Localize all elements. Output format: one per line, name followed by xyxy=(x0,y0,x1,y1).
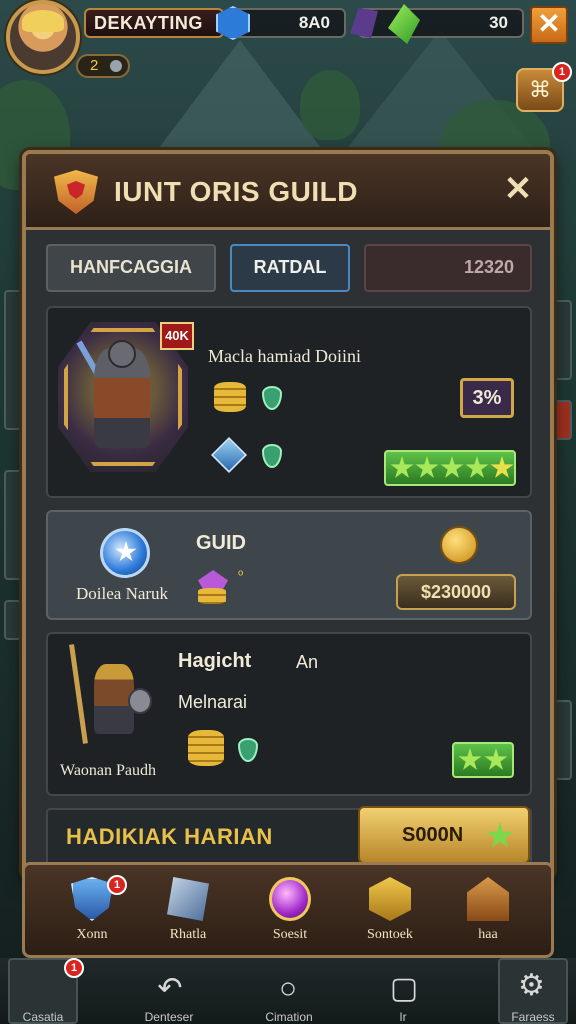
nav-item-rhatla[interactable]: Rhatla xyxy=(143,873,233,953)
gear-icon: ⚙ xyxy=(518,969,545,1002)
green-gem-value: 30 xyxy=(489,13,508,32)
tab-first[interactable]: HANFCAGGIA xyxy=(46,244,216,292)
warrior-portrait xyxy=(66,644,156,754)
guild-star-orb-icon xyxy=(100,528,150,578)
back-label: Denteser xyxy=(144,1010,194,1024)
guild-price-button[interactable]: $230000 xyxy=(396,574,516,610)
guild-panel: IUNT ORIS GUILD ✕ HANFCAGGIA RATDAL 1232… xyxy=(22,150,554,878)
guild-card-subtitle: Doilea Naruk xyxy=(76,584,169,603)
coin-icon xyxy=(198,588,226,604)
star-rating-bar[interactable] xyxy=(452,742,514,778)
panel-title: IUNT ORIS GUILD xyxy=(114,176,358,207)
left-shortcut-label: Casatia xyxy=(22,1010,64,1024)
guild-shield-icon xyxy=(54,170,98,214)
panel-header: IUNT ORIS GUILD ✕ xyxy=(26,154,550,230)
tab-third[interactable]: 12320 xyxy=(364,244,532,292)
hero-card[interactable]: 40K Macla hamiad Doiini 3% xyxy=(46,306,532,498)
warrior-card[interactable]: Hagicht An Melnarai Waonan Paudh xyxy=(46,632,532,796)
nav-label: Rhatla xyxy=(169,927,207,942)
blue-gem-value: 8A0 xyxy=(298,13,330,32)
green-drop-icon xyxy=(262,386,282,410)
hero-card-title: Macla hamiad Doiini xyxy=(208,346,361,366)
panel-tabs: HANFCAGGIA RATDAL 12320 xyxy=(46,244,534,294)
player-level[interactable]: 2 xyxy=(76,54,130,78)
gold-coins-icon xyxy=(188,730,224,766)
daily-promo[interactable]: HADIKIAK HARIAN S000N xyxy=(46,806,532,868)
nav-badge: 1 xyxy=(107,875,127,895)
home-label: Cimation xyxy=(265,1010,313,1024)
orb-icon xyxy=(269,877,311,921)
nav-label: Sontoek xyxy=(367,927,413,942)
gold-emblem-icon xyxy=(369,877,411,921)
nav-item-soesit[interactable]: Soesit xyxy=(245,873,335,953)
gold-coin-icon xyxy=(440,526,478,564)
star-icon xyxy=(465,456,489,478)
warrior-name: Waonan Paudh xyxy=(60,762,157,779)
purple-crystal-icon xyxy=(350,8,378,38)
top-close-button[interactable]: ✕ xyxy=(530,6,568,44)
blue-cube-icon xyxy=(210,436,248,474)
green-gem-icon xyxy=(388,4,420,44)
player-name: DEKAYTING xyxy=(84,8,224,38)
recents-label: Ir xyxy=(399,1010,407,1024)
home-circle-icon[interactable]: ○ xyxy=(268,970,308,1010)
star-icon xyxy=(484,748,508,770)
sword-icon xyxy=(167,877,209,921)
tab-second-active[interactable]: RATDAL xyxy=(230,244,350,292)
star-icon xyxy=(415,456,439,478)
settings-label: Faraess xyxy=(511,1010,555,1024)
guild-card-title: GUID xyxy=(196,532,246,554)
promo-title: HADIKIAK HARIAN xyxy=(66,824,273,849)
recents-square-icon[interactable]: ▢ xyxy=(384,970,424,1010)
player-avatar[interactable] xyxy=(6,0,80,74)
nav-label: Soesit xyxy=(272,927,308,942)
green-drop-icon xyxy=(262,444,282,468)
bottom-nav: 1 Xonn Rhatla Soesit Sontoek haa xyxy=(22,862,554,958)
star-rating-bar[interactable] xyxy=(384,450,516,486)
promo-buy-button[interactable]: S000N xyxy=(358,806,530,864)
nav-label: haa xyxy=(478,927,498,942)
mail-badge: 1 xyxy=(552,62,572,82)
level-value: 2 xyxy=(90,57,99,74)
panel-close-button[interactable]: ✕ xyxy=(498,170,538,210)
back-arrow-icon[interactable]: ↶ xyxy=(150,970,190,1010)
small-mark: ᵒ xyxy=(238,566,244,582)
star-icon xyxy=(440,456,464,478)
warrior-card-tag: An xyxy=(296,652,319,672)
warrior-card-subtitle: Melnarai xyxy=(178,692,248,712)
warrior-card-title: Hagicht xyxy=(178,650,252,672)
hero-helmet xyxy=(108,340,136,368)
star-icon xyxy=(486,822,514,848)
blue-gem-resource[interactable]: 8A0 xyxy=(216,6,346,40)
star-icon xyxy=(490,456,514,478)
nav-item-haa[interactable]: haa xyxy=(443,873,533,953)
nav-item-xonn[interactable]: 1 Xonn xyxy=(47,873,137,953)
star-icon xyxy=(390,456,414,478)
green-drop-icon xyxy=(238,738,258,762)
promo-price: S000N xyxy=(402,824,464,846)
nav-item-sontoek[interactable]: Sontoek xyxy=(345,873,435,953)
staff-icon xyxy=(69,644,88,744)
house-icon xyxy=(467,877,509,921)
system-nav-bar: 1 Casatia ↶ Denteser ○ Cimation ▢ Ir ⚙ F… xyxy=(0,958,576,1024)
rank-tag: 40K xyxy=(160,322,194,350)
quest-scroll-button[interactable]: ⌘ 1 xyxy=(516,62,572,112)
percent-box: 3% xyxy=(460,378,514,418)
scroll-icon: ⌘ xyxy=(529,77,551,102)
nav-label: Xonn xyxy=(76,927,108,942)
level-orb-icon xyxy=(110,60,122,72)
top-bar: DEKAYTING 2 8A0 30 ✕ ⌘ 1 xyxy=(0,0,576,112)
shortcut-badge: 1 xyxy=(64,958,84,978)
gold-coins-icon xyxy=(214,382,246,412)
round-shield-icon xyxy=(128,688,152,714)
green-gem-resource[interactable]: 30 xyxy=(350,4,524,44)
guild-card[interactable]: GUID Doilea Naruk ᵒ $230000 xyxy=(46,510,532,620)
star-icon xyxy=(458,748,482,770)
